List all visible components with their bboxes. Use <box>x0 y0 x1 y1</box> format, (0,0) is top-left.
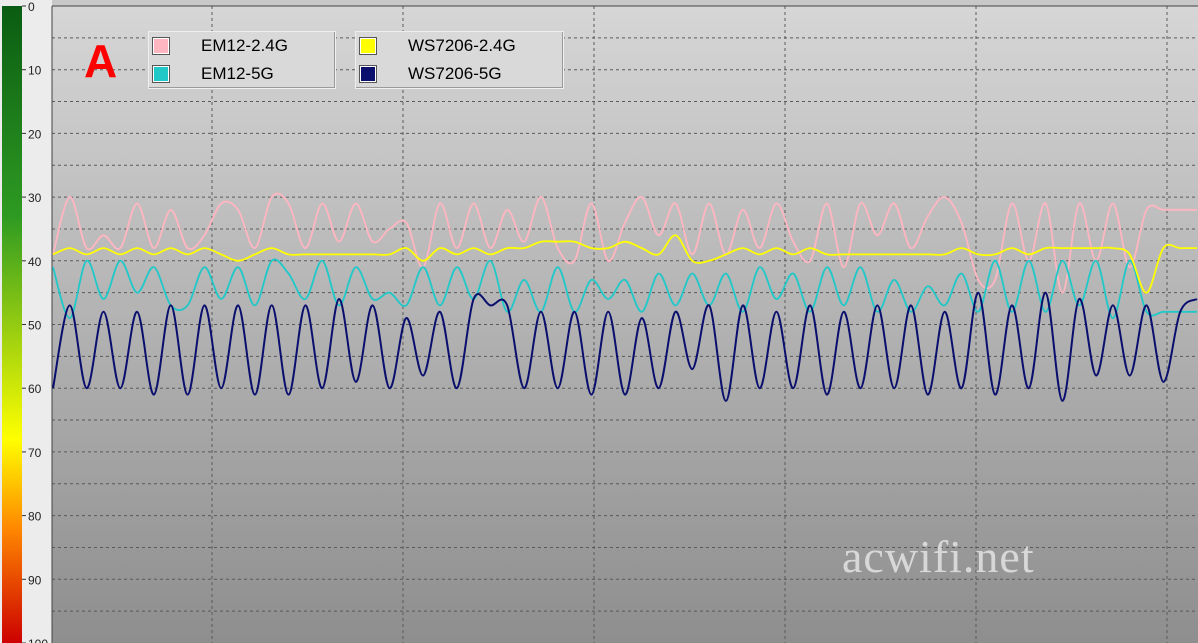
legend-label-em12-5g: EM12-5G <box>201 64 274 83</box>
legend-swatch-ws7206-24g <box>359 37 377 55</box>
y-tick-label: 100 <box>28 637 48 643</box>
legend-item-ws7206-24g: WS7206-2.4G <box>356 33 563 59</box>
legend-item-ws7206-5g: WS7206-5G <box>356 61 563 87</box>
y-tick-label: 50 <box>28 319 42 333</box>
watermark: acwifi.net <box>842 531 1035 582</box>
y-tick-label: 90 <box>28 573 42 587</box>
legend-group-em12: EM12-2.4G EM12-5G <box>148 31 336 89</box>
y-tick-label: 20 <box>28 127 42 141</box>
legend-label-ws7206-5g: WS7206-5G <box>408 64 502 83</box>
y-tick-label: 80 <box>28 510 42 524</box>
y-tick-label: 0 <box>28 0 35 14</box>
legend-label-em12-24g: EM12-2.4G <box>201 36 288 55</box>
legend-swatch-ws7206-5g <box>359 65 377 83</box>
signal-scale-bar <box>2 6 22 643</box>
y-tick-label: 10 <box>28 64 42 78</box>
y-tick-label: 70 <box>28 446 42 460</box>
y-tick-label: 40 <box>28 255 42 269</box>
legend-item-em12-5g: EM12-5G <box>149 61 335 87</box>
legend-group-ws7206: WS7206-2.4G WS7206-5G <box>355 31 564 89</box>
signal-chart: 0 10 20 30 40 50 60 70 80 90 100 A EM12-2.4G EM12-… <box>0 0 1198 643</box>
legend-label-ws7206-24g: WS7206-2.4G <box>408 36 516 55</box>
legend-item-em12-24g: EM12-2.4G <box>149 33 335 59</box>
legend-swatch-em12-24g <box>152 37 170 55</box>
y-tick-label: 60 <box>28 382 42 396</box>
legend-swatch-em12-5g <box>152 65 170 83</box>
panel-label: A <box>84 35 118 87</box>
y-tick-label: 30 <box>28 191 42 205</box>
